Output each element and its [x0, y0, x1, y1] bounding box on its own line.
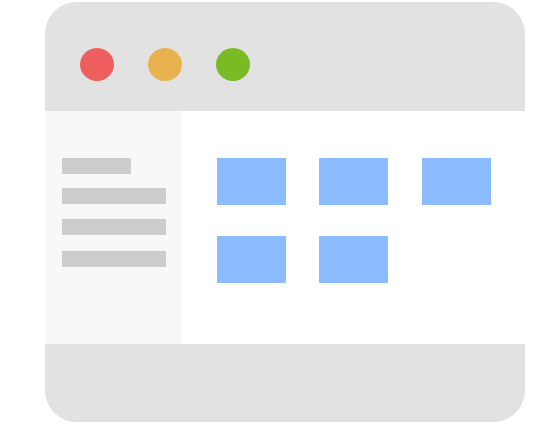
- sidebar-heading-placeholder: [62, 158, 131, 174]
- maximize-button[interactable]: [216, 48, 250, 81]
- footer-bar: [45, 344, 525, 422]
- content-area: [182, 111, 525, 344]
- sidebar-item-placeholder[interactable]: [62, 251, 166, 267]
- title-bar: [45, 2, 525, 111]
- sidebar-item-placeholder[interactable]: [62, 219, 166, 235]
- sidebar: [45, 111, 182, 344]
- content-tile[interactable]: [422, 158, 491, 205]
- app-window: [45, 2, 525, 422]
- close-button[interactable]: [80, 48, 114, 81]
- content-tile[interactable]: [319, 158, 388, 205]
- sidebar-item-placeholder[interactable]: [62, 188, 166, 204]
- content-tile[interactable]: [217, 158, 286, 205]
- minimize-button[interactable]: [148, 48, 182, 81]
- content-tile[interactable]: [319, 236, 388, 283]
- content-tile[interactable]: [217, 236, 286, 283]
